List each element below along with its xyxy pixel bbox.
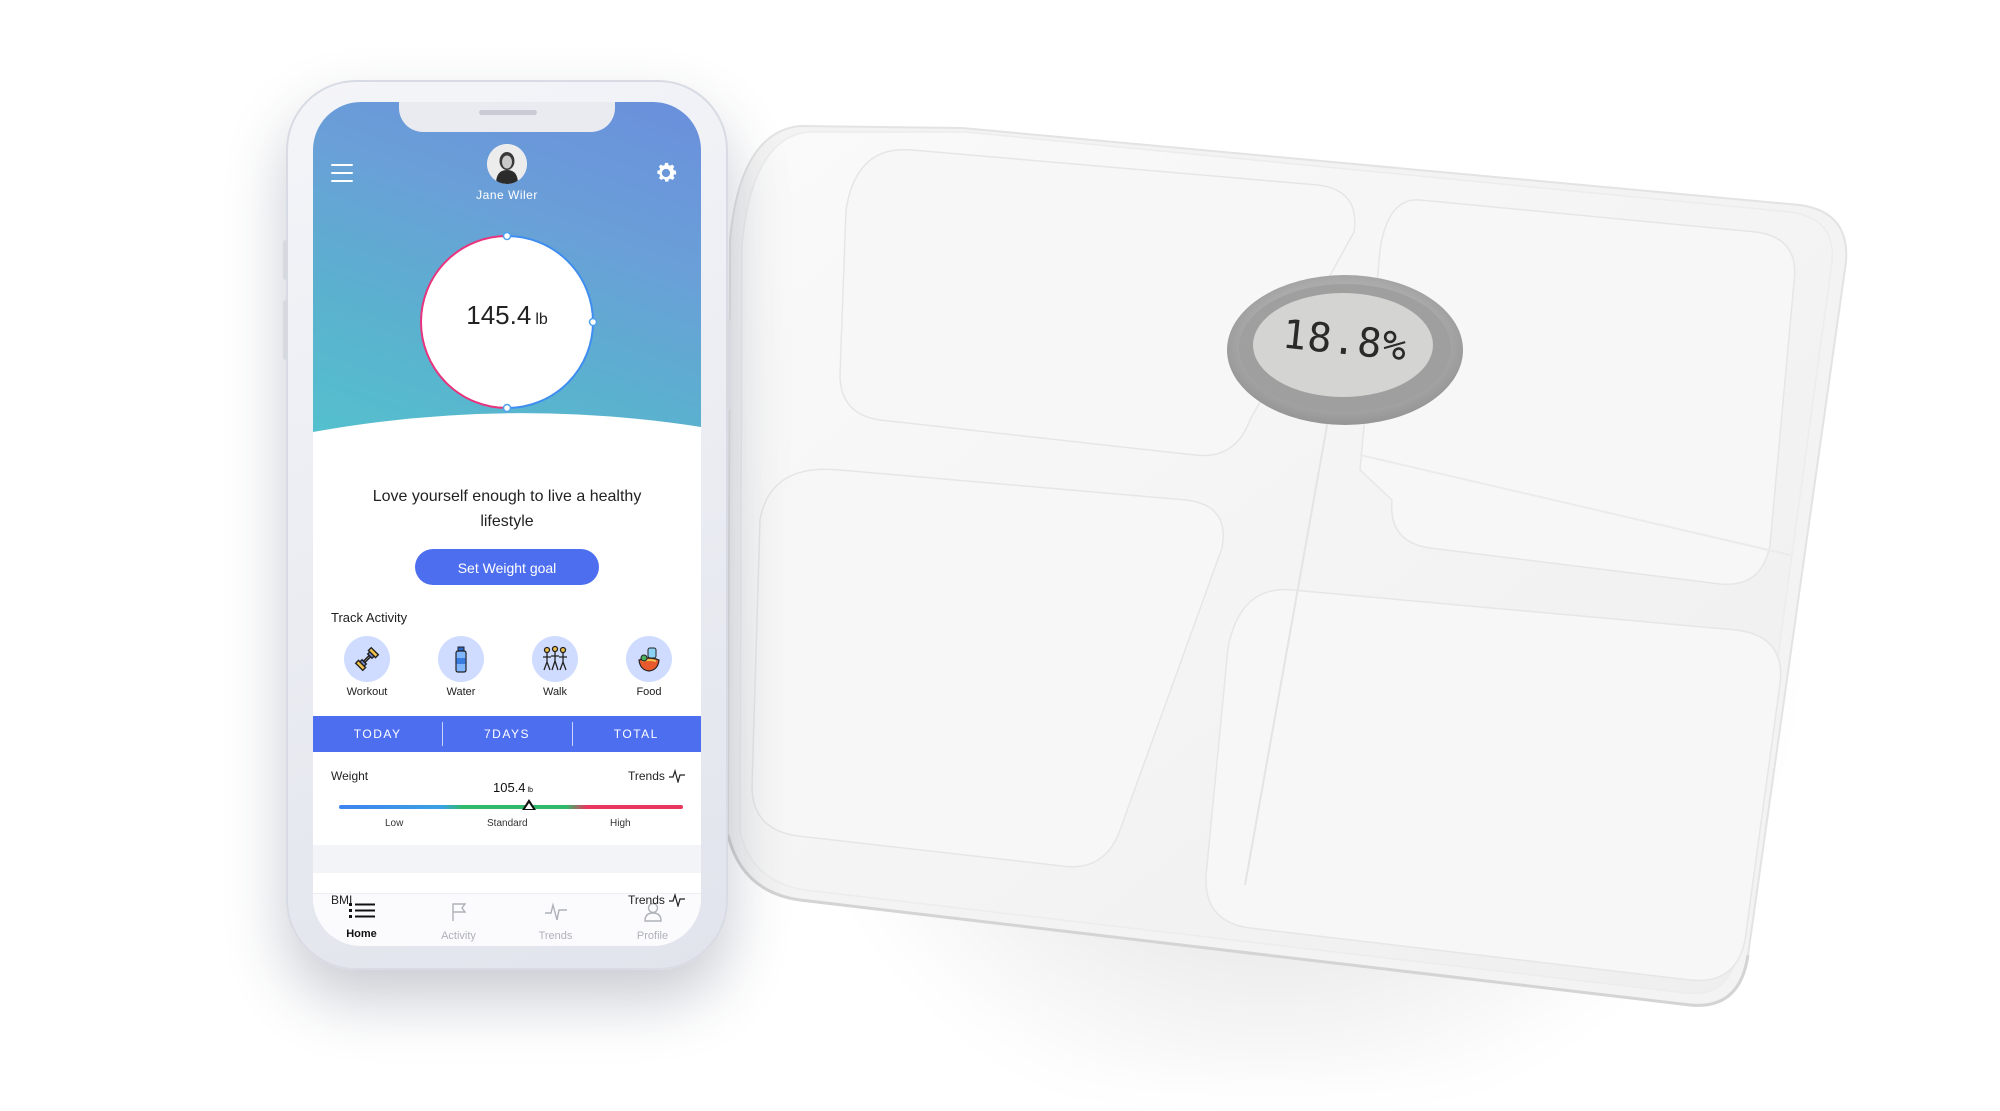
dumbbell-icon [354, 646, 380, 672]
pulse-icon [668, 893, 685, 907]
tab-total[interactable]: TOTAL [571, 716, 701, 752]
flag-icon [451, 903, 466, 921]
bmi-trends-link[interactable]: Trends [628, 893, 685, 907]
weight-range-bar [339, 805, 683, 809]
nav-label: Profile [636, 930, 669, 942]
phone-side-button [283, 240, 288, 280]
section-separator [313, 845, 701, 873]
nav-home[interactable]: Home [313, 894, 410, 946]
weight-bar-value: 105.4 lb [493, 780, 533, 795]
nav-label: Trends [538, 930, 573, 942]
weight-marker [522, 799, 536, 810]
track-item-label: Food [636, 686, 662, 698]
pulse-icon [668, 769, 685, 783]
track-item-water[interactable]: Water [429, 636, 493, 698]
avatar[interactable] [487, 144, 527, 184]
track-item-walk[interactable]: Walk [523, 636, 587, 698]
phone-notch [399, 102, 615, 132]
trends-label: Trends [628, 769, 665, 783]
nav-activity[interactable]: Activity [410, 894, 507, 946]
tab-7days[interactable]: 7DAYS [442, 716, 571, 752]
weight-bar-number: 105.4 [493, 780, 526, 795]
scale-pad-bottom-right [1205, 588, 1782, 982]
track-item-label: Walk [542, 686, 568, 698]
track-item-workout[interactable]: Workout [335, 636, 399, 698]
trends-label: Trends [628, 893, 665, 907]
hamburger-menu-icon[interactable] [331, 164, 353, 182]
bmi-metric-label: BMI [331, 893, 353, 907]
weight-metric-label: Weight [331, 769, 369, 783]
weight-bar-unit: lb [527, 787, 533, 794]
current-weight-unit: lb [535, 311, 548, 328]
range-label-high: High [610, 818, 631, 829]
track-activity-title: Track Activity [331, 610, 408, 625]
track-item-label: Workout [346, 686, 388, 698]
tab-today[interactable]: TODAY [313, 716, 442, 752]
nav-trends[interactable]: Trends [507, 894, 604, 946]
pulse-icon [544, 902, 567, 921]
track-item-food[interactable]: Food [617, 636, 681, 698]
current-weight: 145.4 lb [417, 300, 597, 331]
set-weight-goal-button[interactable]: Set Weight goal [415, 549, 599, 585]
motivational-quote: Love yourself enough to live a healthy l… [372, 488, 642, 530]
user-name: Jane Wiler [476, 188, 538, 202]
app-screen: Jane Wiler 145.4 lb Love yourself enough … [313, 102, 701, 945]
water-bottle-icon [455, 646, 467, 673]
phone-frame: Jane Wiler 145.4 lb Love yourself enough … [283, 80, 731, 970]
walk-icon [543, 645, 567, 671]
current-weight-value: 145.4 [466, 300, 532, 330]
range-label-low: Low [385, 818, 404, 829]
phone-side-button [726, 320, 731, 410]
nav-label: Activity [441, 930, 476, 942]
range-label-standard: Standard [487, 818, 528, 829]
weight-trends-link[interactable]: Trends [628, 769, 685, 783]
nav-label: Home [346, 928, 377, 940]
list-icon [348, 903, 375, 918]
phone-side-button [283, 300, 288, 360]
track-item-label: Water [446, 686, 476, 698]
period-tabs: TODAY 7DAYS TOTAL [313, 716, 701, 752]
food-icon [638, 647, 660, 672]
gear-icon[interactable] [653, 160, 679, 186]
